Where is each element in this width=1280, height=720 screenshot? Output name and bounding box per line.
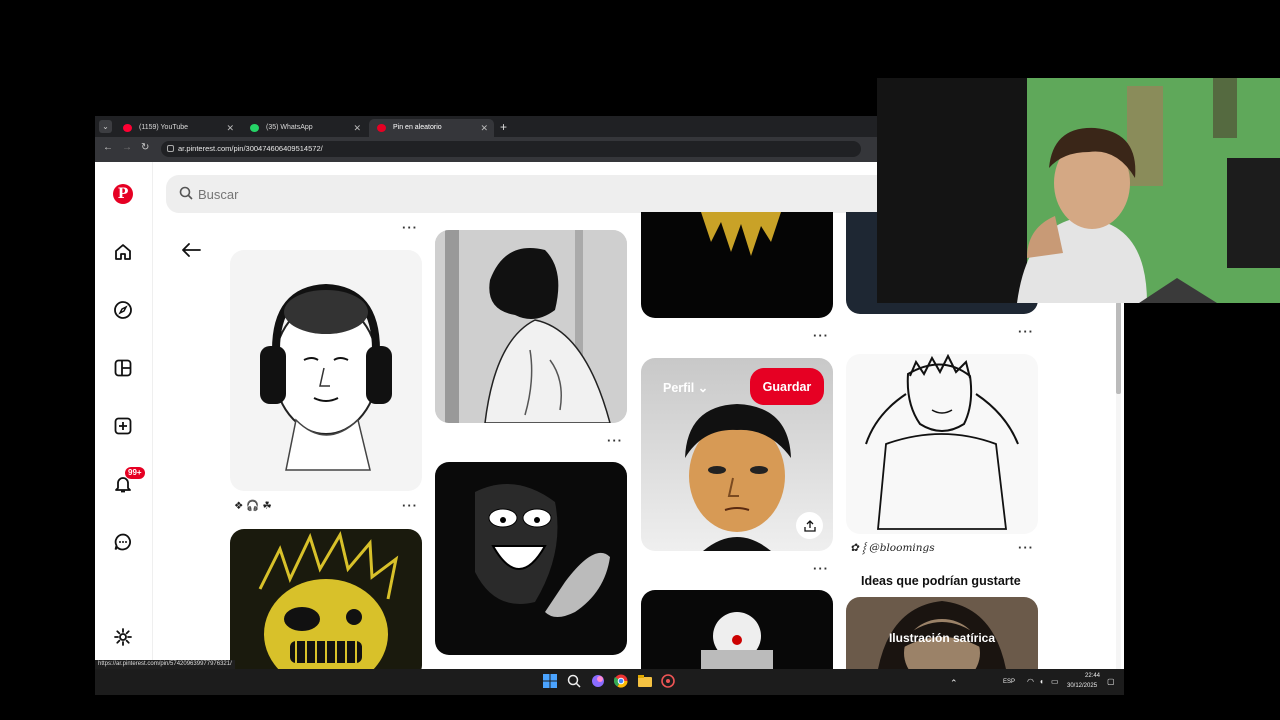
profile-label: Perfil <box>663 381 695 395</box>
pin-clown[interactable] <box>641 590 833 669</box>
home-icon[interactable] <box>112 241 134 263</box>
close-icon[interactable]: ✕ <box>353 119 361 137</box>
share-icon[interactable] <box>796 512 823 539</box>
pin-more-button[interactable]: ··· <box>607 434 623 447</box>
tab-pinterest[interactable]: Pin en aleatorio ✕ <box>369 119 494 137</box>
pin-troll-face[interactable] <box>435 462 627 655</box>
taskbar-search-icon[interactable] <box>567 674 583 690</box>
pin-more-button[interactable]: ··· <box>1018 325 1034 338</box>
chrome-icon[interactable] <box>613 674 630 690</box>
pin-caption: ❖ 🎧 ☘ <box>234 500 272 512</box>
clown-image <box>701 612 773 669</box>
tab-youtube[interactable]: (1159) YouTube ✕ <box>115 119 240 137</box>
clock-time[interactable]: 22:44 <box>1085 673 1100 679</box>
sketch-boy-image <box>865 354 1019 530</box>
idea-card[interactable]: Ilustración satírica <box>846 597 1038 669</box>
copilot-icon[interactable] <box>591 674 607 690</box>
pin-yellow-face[interactable] <box>230 529 422 669</box>
taskbar: ⌃ ESP ◠ ◖ ▭ 22:44 30/12/2025 ▢ <box>95 669 1124 695</box>
search-icon <box>179 186 193 205</box>
clock-date[interactable]: 30/12/2025 <box>1067 683 1097 689</box>
ideas-section-title: Ideas que podrían gustarte <box>861 574 1021 588</box>
explore-icon[interactable] <box>112 299 134 321</box>
tab-label: (1159) YouTube <box>139 124 189 131</box>
buddha-headphones-image <box>260 283 392 471</box>
pin-more-button[interactable]: ··· <box>813 329 829 342</box>
url-field[interactable]: ar.pinterest.com/pin/300474606409514572/ <box>161 141 861 157</box>
screen: ⌄ (1159) YouTube ✕ (35) WhatsApp ✕ Pin e… <box>0 0 1280 720</box>
scrollbar-thumb[interactable] <box>1116 302 1121 394</box>
forward-nav-icon[interactable]: → <box>122 142 132 153</box>
pin-mii-face[interactable]: Perfil ⌄ Guardar <box>641 358 833 551</box>
manga-back-image <box>435 230 627 423</box>
pin-buddha-headphones[interactable] <box>230 250 422 491</box>
yellow-face-image <box>258 531 399 669</box>
pinterest-logo[interactable]: P <box>112 183 134 205</box>
site-info-icon[interactable] <box>167 145 174 152</box>
pinterest-tab-icon <box>377 124 386 132</box>
whatsapp-icon <box>250 124 259 132</box>
youtube-icon <box>123 124 132 132</box>
close-icon[interactable]: ✕ <box>480 119 488 137</box>
tab-label: Pin en aleatorio <box>393 124 442 131</box>
file-explorer-icon[interactable] <box>638 674 654 690</box>
pin-more-button[interactable]: ··· <box>402 499 418 512</box>
create-icon[interactable] <box>112 415 134 437</box>
boards-icon[interactable] <box>112 357 134 379</box>
webcam-overlay <box>877 78 1280 303</box>
back-nav-icon[interactable]: ← <box>103 142 113 153</box>
search-input[interactable] <box>198 175 698 213</box>
chevron-down-icon: ⌄ <box>697 381 709 395</box>
status-url-bar: https://ar.pinterest.com/pin/57420963997… <box>95 660 235 669</box>
pin-gold-splash[interactable] <box>641 212 833 318</box>
pin-sketch-boy[interactable] <box>846 354 1038 534</box>
reload-icon[interactable]: ↻ <box>141 142 149 153</box>
gold-splash-image <box>701 212 781 256</box>
bell-icon[interactable]: 99+ <box>112 467 145 495</box>
app-icon[interactable] <box>661 674 677 690</box>
sidebar: P 99+ <box>95 162 153 669</box>
notifications-icon[interactable]: ▢ <box>1107 677 1115 686</box>
webcam-feed <box>877 78 1280 303</box>
new-tab-button[interactable]: + <box>500 119 507 135</box>
messages-icon[interactable] <box>112 531 134 553</box>
wifi-icon[interactable]: ◠ <box>1027 677 1034 686</box>
windows-start-icon[interactable] <box>543 674 559 690</box>
close-icon[interactable]: ✕ <box>226 119 234 137</box>
settings-icon[interactable] <box>112 626 134 648</box>
pin-caption: ✿ ⸾ @bloomings <box>850 542 935 554</box>
pin-more-button[interactable]: ··· <box>813 562 829 575</box>
tab-search-button[interactable]: ⌄ <box>99 120 112 133</box>
tray-chevron-icon[interactable]: ⌃ <box>950 678 958 689</box>
notification-badge: 99+ <box>125 467 145 479</box>
url-text: ar.pinterest.com/pin/300474606409514572/ <box>178 144 323 153</box>
input-language[interactable]: ESP <box>1003 679 1015 685</box>
tab-whatsapp[interactable]: (35) WhatsApp ✕ <box>242 119 367 137</box>
tab-label: (35) WhatsApp <box>266 124 313 131</box>
pin-more-button[interactable]: ··· <box>402 221 418 234</box>
pin-more-button[interactable]: ··· <box>1018 541 1034 554</box>
back-arrow-icon[interactable] <box>181 242 201 263</box>
profile-dropdown[interactable]: Perfil ⌄ <box>663 380 708 395</box>
pin-manga-back[interactable] <box>435 230 627 423</box>
troll-face-image <box>475 484 610 617</box>
save-button[interactable]: Guardar <box>750 368 824 405</box>
volume-icon[interactable]: ◖ <box>1039 677 1044 686</box>
battery-icon[interactable]: ▭ <box>1051 677 1059 686</box>
idea-card-label: Ilustración satírica <box>888 631 996 645</box>
